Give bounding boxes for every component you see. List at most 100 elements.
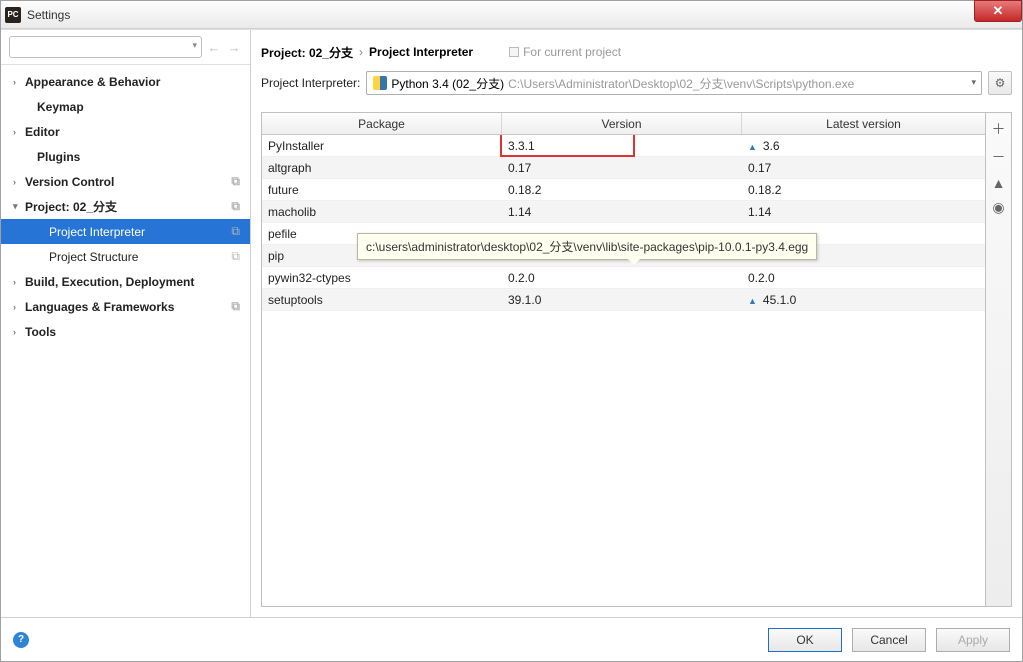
table-body: PyInstaller3.3.1▲3.6altgraph0.170.17futu… xyxy=(262,135,985,606)
upgrade-icon: ▲ xyxy=(748,142,757,152)
chevron-right-icon: › xyxy=(359,45,363,59)
for-current-label: For current project xyxy=(523,45,621,59)
col-latest[interactable]: Latest version xyxy=(742,113,985,134)
sidebar-item-label: Plugins xyxy=(37,150,80,164)
remove-button[interactable]: － xyxy=(992,147,1006,167)
cell-latest: 1.14 xyxy=(742,205,985,219)
help-button[interactable]: ? xyxy=(13,632,29,648)
cell-latest: 0.2.0 xyxy=(742,271,985,285)
breadcrumb: Project: 02_分支 › Project Interpreter For… xyxy=(261,38,1012,66)
close-button[interactable]: ✕ xyxy=(974,0,1022,22)
settings-window: PC Settings ✕ 🔍 ▾ ← → ›Appearance & Beha… xyxy=(0,0,1023,662)
sidebar-item[interactable]: ›Build, Execution, Deployment xyxy=(1,269,250,294)
sidebar-item[interactable]: Keymap xyxy=(1,94,250,119)
packages-table: Package Version Latest version PyInstall… xyxy=(261,112,986,607)
cell-version: 0.2.0 xyxy=(502,271,742,285)
tree-arrow-icon: › xyxy=(13,127,25,137)
sidebar-item[interactable]: ▾Project: 02_分支 ⧉ xyxy=(1,194,250,219)
gear-button[interactable]: ⚙ xyxy=(988,71,1012,95)
tree-arrow-icon: › xyxy=(13,177,25,187)
table-row[interactable]: PyInstaller3.3.1▲3.6 xyxy=(262,135,985,157)
sidebar-item-label: Project Structure xyxy=(49,250,138,264)
forward-button[interactable]: → xyxy=(226,38,242,56)
sidebar-item-label: Version Control xyxy=(25,175,114,189)
copy-icon: ⧉ xyxy=(231,299,240,314)
tree-arrow-icon: › xyxy=(13,327,25,337)
sidebar-item-label: Languages & Frameworks xyxy=(25,300,174,314)
show-button[interactable]: ◉ xyxy=(992,199,1004,216)
sidebar-item[interactable]: Plugins xyxy=(1,144,250,169)
copy-icon: ⧉ xyxy=(231,199,240,214)
col-version[interactable]: Version xyxy=(502,113,742,134)
tooltip: c:\users\administrator\desktop\02_分支\ven… xyxy=(357,233,817,260)
tree-arrow-icon: › xyxy=(13,302,25,312)
sidebar-item-label: Build, Execution, Deployment xyxy=(25,275,194,289)
chevron-down-icon[interactable]: ▾ xyxy=(192,40,197,51)
settings-tree: ›Appearance & BehaviorKeymap›EditorPlugi… xyxy=(1,65,250,617)
table-row[interactable]: macholib1.141.14 xyxy=(262,201,985,223)
interpreter-select[interactable]: Python 3.4 (02_分支) C:\Users\Administrato… xyxy=(366,71,982,95)
interpreter-name: Python 3.4 (02_分支) xyxy=(391,75,504,92)
back-button[interactable]: ← xyxy=(206,38,222,56)
cell-package: future xyxy=(262,183,502,197)
apply-button[interactable]: Apply xyxy=(936,628,1010,652)
ok-button[interactable]: OK xyxy=(768,628,842,652)
cell-package: setuptools xyxy=(262,293,502,307)
copy-icon: ⧉ xyxy=(231,174,240,189)
breadcrumb-page: Project Interpreter xyxy=(369,45,473,59)
cell-version: 3.3.1 xyxy=(502,139,742,153)
sidebar-item-label: Tools xyxy=(25,325,56,339)
table-row[interactable]: pywin32-ctypes0.2.00.2.0 xyxy=(262,267,985,289)
sidebar-item[interactable]: ›Tools xyxy=(1,319,250,344)
sidebar-item[interactable]: ›Languages & Frameworks ⧉ xyxy=(1,294,250,319)
sidebar-item-label: Keymap xyxy=(37,100,84,114)
content-panel: Project: 02_分支 › Project Interpreter For… xyxy=(251,30,1022,617)
cell-package: macholib xyxy=(262,205,502,219)
cell-package: altgraph xyxy=(262,161,502,175)
gear-icon: ⚙ xyxy=(995,76,1006,90)
sidebar: 🔍 ▾ ← → ›Appearance & BehaviorKeymap›Edi… xyxy=(1,30,251,617)
sidebar-item[interactable]: Project Interpreter ⧉ xyxy=(1,219,250,244)
copy-icon: ⧉ xyxy=(231,224,240,239)
table-tools: ＋ － ▲ ◉ xyxy=(986,112,1012,607)
footer: ? OK Cancel Apply xyxy=(1,617,1022,661)
copy-icon xyxy=(509,47,519,57)
cell-latest: 0.18.2 xyxy=(742,183,985,197)
table-row[interactable]: setuptools39.1.0▲45.1.0 xyxy=(262,289,985,311)
upgrade-icon: ▲ xyxy=(748,296,757,306)
tree-arrow-icon: › xyxy=(13,277,25,287)
cell-package: PyInstaller xyxy=(262,139,502,153)
sidebar-item[interactable]: Project Structure ⧉ xyxy=(1,244,250,269)
titlebar: PC Settings ✕ xyxy=(1,1,1022,29)
interpreter-row: Project Interpreter: Python 3.4 (02_分支) … xyxy=(261,68,1012,98)
copy-icon: ⧉ xyxy=(231,249,240,264)
table-row[interactable]: future0.18.20.18.2 xyxy=(262,179,985,201)
add-button[interactable]: ＋ xyxy=(992,119,1006,139)
cell-version: 1.14 xyxy=(502,205,742,219)
sidebar-item-label: Appearance & Behavior xyxy=(25,75,160,89)
sidebar-item-label: Editor xyxy=(25,125,60,139)
sidebar-item[interactable]: ›Editor xyxy=(1,119,250,144)
table-header: Package Version Latest version xyxy=(262,113,985,135)
window-title: Settings xyxy=(27,8,70,22)
app-icon: PC xyxy=(5,7,21,23)
cell-version: 0.18.2 xyxy=(502,183,742,197)
interpreter-label: Project Interpreter: xyxy=(261,76,360,90)
tree-arrow-icon: ▾ xyxy=(13,201,25,212)
sidebar-search: 🔍 ▾ ← → xyxy=(1,30,250,65)
sidebar-item-label: Project: 02_分支 xyxy=(25,198,117,215)
search-input[interactable] xyxy=(9,36,202,58)
for-current-project: For current project xyxy=(509,45,621,59)
upgrade-button[interactable]: ▲ xyxy=(992,175,1006,191)
col-package[interactable]: Package xyxy=(262,113,502,134)
cell-package: pywin32-ctypes xyxy=(262,271,502,285)
chevron-down-icon[interactable]: ▾ xyxy=(971,77,976,88)
interpreter-path: C:\Users\Administrator\Desktop\02_分支\ven… xyxy=(508,75,854,92)
cell-version: 0.17 xyxy=(502,161,742,175)
sidebar-item[interactable]: ›Version Control ⧉ xyxy=(1,169,250,194)
sidebar-item-label: Project Interpreter xyxy=(49,225,145,239)
table-row[interactable]: altgraph0.170.17 xyxy=(262,157,985,179)
cell-latest: ▲3.6 xyxy=(742,139,985,153)
cancel-button[interactable]: Cancel xyxy=(852,628,926,652)
sidebar-item[interactable]: ›Appearance & Behavior xyxy=(1,69,250,94)
